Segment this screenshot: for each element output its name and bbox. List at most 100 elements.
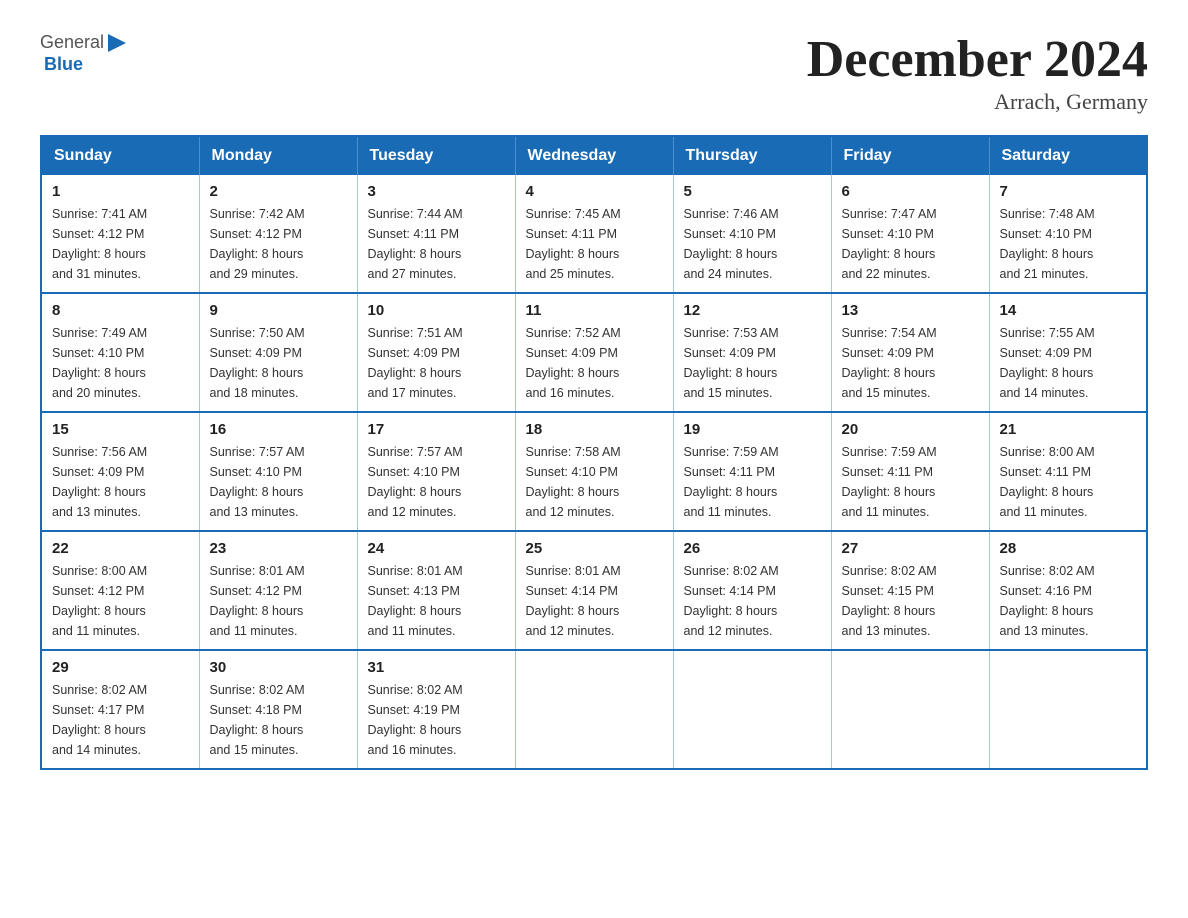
day-info: Sunrise: 7:53 AMSunset: 4:09 PMDaylight:… — [684, 323, 821, 403]
calendar-cell: 11 Sunrise: 7:52 AMSunset: 4:09 PMDayligh… — [515, 293, 673, 412]
day-info: Sunrise: 8:02 AMSunset: 4:16 PMDaylight:… — [1000, 561, 1137, 641]
day-info: Sunrise: 8:02 AMSunset: 4:14 PMDaylight:… — [684, 561, 821, 641]
day-number: 9 — [210, 302, 347, 319]
day-number: 3 — [368, 183, 505, 200]
calendar-cell: 24 Sunrise: 8:01 AMSunset: 4:13 PMDayligh… — [357, 531, 515, 650]
calendar-header-tuesday: Tuesday — [357, 136, 515, 175]
day-number: 27 — [842, 540, 979, 557]
day-info: Sunrise: 8:01 AMSunset: 4:14 PMDaylight:… — [526, 561, 663, 641]
calendar-week-row: 1 Sunrise: 7:41 AMSunset: 4:12 PMDaylight… — [41, 175, 1147, 293]
day-info: Sunrise: 7:50 AMSunset: 4:09 PMDaylight:… — [210, 323, 347, 403]
calendar-cell: 19 Sunrise: 7:59 AMSunset: 4:11 PMDayligh… — [673, 412, 831, 531]
calendar-cell: 21 Sunrise: 8:00 AMSunset: 4:11 PMDayligh… — [989, 412, 1147, 531]
calendar-header-wednesday: Wednesday — [515, 136, 673, 175]
day-number: 4 — [526, 183, 663, 200]
day-info: Sunrise: 8:01 AMSunset: 4:12 PMDaylight:… — [210, 561, 347, 641]
day-number: 16 — [210, 421, 347, 438]
day-info: Sunrise: 7:49 AMSunset: 4:10 PMDaylight:… — [52, 323, 189, 403]
day-number: 19 — [684, 421, 821, 438]
calendar-cell: 10 Sunrise: 7:51 AMSunset: 4:09 PMDayligh… — [357, 293, 515, 412]
day-info: Sunrise: 8:02 AMSunset: 4:18 PMDaylight:… — [210, 680, 347, 760]
calendar-cell: 5Sunrise: 7:46 AMSunset: 4:10 PMDaylight… — [673, 175, 831, 293]
calendar-cell: 15 Sunrise: 7:56 AMSunset: 4:09 PMDayligh… — [41, 412, 199, 531]
calendar-cell: 25Sunrise: 8:01 AMSunset: 4:14 PMDayligh… — [515, 531, 673, 650]
calendar-week-row: 22 Sunrise: 8:00 AMSunset: 4:12 PMDayligh… — [41, 531, 1147, 650]
day-number: 23 — [210, 540, 347, 557]
page-subtitle: Arrach, Germany — [807, 89, 1148, 115]
calendar-cell: 9 Sunrise: 7:50 AMSunset: 4:09 PMDaylight… — [199, 293, 357, 412]
day-number: 12 — [684, 302, 821, 319]
calendar-cell: 6 Sunrise: 7:47 AMSunset: 4:10 PMDaylight… — [831, 175, 989, 293]
calendar-header-thursday: Thursday — [673, 136, 831, 175]
day-number: 10 — [368, 302, 505, 319]
day-number: 18 — [526, 421, 663, 438]
day-number: 22 — [52, 540, 189, 557]
day-number: 20 — [842, 421, 979, 438]
day-info: Sunrise: 7:59 AMSunset: 4:11 PMDaylight:… — [842, 442, 979, 522]
day-info: Sunrise: 7:46 AMSunset: 4:10 PMDaylight:… — [684, 204, 821, 284]
day-number: 1 — [52, 183, 189, 200]
calendar-week-row: 8 Sunrise: 7:49 AMSunset: 4:10 PMDaylight… — [41, 293, 1147, 412]
day-number: 24 — [368, 540, 505, 557]
day-info: Sunrise: 8:01 AMSunset: 4:13 PMDaylight:… — [368, 561, 505, 641]
calendar-cell: 17 Sunrise: 7:57 AMSunset: 4:10 PMDayligh… — [357, 412, 515, 531]
day-info: Sunrise: 8:00 AMSunset: 4:12 PMDaylight:… — [52, 561, 189, 641]
day-number: 17 — [368, 421, 505, 438]
calendar-cell — [673, 650, 831, 769]
calendar-cell: 4 Sunrise: 7:45 AMSunset: 4:11 PMDaylight… — [515, 175, 673, 293]
day-number: 8 — [52, 302, 189, 319]
day-number: 21 — [1000, 421, 1137, 438]
calendar-week-row: 15 Sunrise: 7:56 AMSunset: 4:09 PMDayligh… — [41, 412, 1147, 531]
day-number: 11 — [526, 302, 663, 319]
calendar-cell: 29Sunrise: 8:02 AMSunset: 4:17 PMDayligh… — [41, 650, 199, 769]
calendar-cell: 18 Sunrise: 7:58 AMSunset: 4:10 PMDayligh… — [515, 412, 673, 531]
calendar-table: SundayMondayTuesdayWednesdayThursdayFrid… — [40, 135, 1148, 770]
day-info: Sunrise: 7:45 AMSunset: 4:11 PMDaylight:… — [526, 204, 663, 284]
day-info: Sunrise: 8:02 AMSunset: 4:19 PMDaylight:… — [368, 680, 505, 760]
day-info: Sunrise: 7:59 AMSunset: 4:11 PMDaylight:… — [684, 442, 821, 522]
calendar-cell: 3 Sunrise: 7:44 AMSunset: 4:11 PMDaylight… — [357, 175, 515, 293]
day-info: Sunrise: 7:41 AMSunset: 4:12 PMDaylight:… — [52, 204, 189, 284]
calendar-header-friday: Friday — [831, 136, 989, 175]
day-info: Sunrise: 7:55 AMSunset: 4:09 PMDaylight:… — [1000, 323, 1137, 403]
day-number: 31 — [368, 659, 505, 676]
calendar-header-row: SundayMondayTuesdayWednesdayThursdayFrid… — [41, 136, 1147, 175]
calendar-cell: 22 Sunrise: 8:00 AMSunset: 4:12 PMDayligh… — [41, 531, 199, 650]
calendar-cell: 28Sunrise: 8:02 AMSunset: 4:16 PMDayligh… — [989, 531, 1147, 650]
day-number: 6 — [842, 183, 979, 200]
calendar-cell — [989, 650, 1147, 769]
calendar-week-row: 29Sunrise: 8:02 AMSunset: 4:17 PMDayligh… — [41, 650, 1147, 769]
calendar-cell: 27 Sunrise: 8:02 AMSunset: 4:15 PMDayligh… — [831, 531, 989, 650]
day-number: 29 — [52, 659, 189, 676]
calendar-header-monday: Monday — [199, 136, 357, 175]
day-info: Sunrise: 7:52 AMSunset: 4:09 PMDaylight:… — [526, 323, 663, 403]
day-info: Sunrise: 7:47 AMSunset: 4:10 PMDaylight:… — [842, 204, 979, 284]
day-number: 30 — [210, 659, 347, 676]
day-number: 14 — [1000, 302, 1137, 319]
day-info: Sunrise: 7:51 AMSunset: 4:09 PMDaylight:… — [368, 323, 505, 403]
day-number: 15 — [52, 421, 189, 438]
calendar-header-sunday: Sunday — [41, 136, 199, 175]
day-number: 26 — [684, 540, 821, 557]
calendar-cell: 7Sunrise: 7:48 AMSunset: 4:10 PMDaylight… — [989, 175, 1147, 293]
day-info: Sunrise: 8:02 AMSunset: 4:15 PMDaylight:… — [842, 561, 979, 641]
day-info: Sunrise: 7:56 AMSunset: 4:09 PMDaylight:… — [52, 442, 189, 522]
day-info: Sunrise: 8:00 AMSunset: 4:11 PMDaylight:… — [1000, 442, 1137, 522]
logo-triangle-icon — [106, 32, 128, 54]
day-info: Sunrise: 7:58 AMSunset: 4:10 PMDaylight:… — [526, 442, 663, 522]
calendar-cell: 1 Sunrise: 7:41 AMSunset: 4:12 PMDaylight… — [41, 175, 199, 293]
day-info: Sunrise: 7:57 AMSunset: 4:10 PMDaylight:… — [368, 442, 505, 522]
calendar-cell: 30 Sunrise: 8:02 AMSunset: 4:18 PMDayligh… — [199, 650, 357, 769]
logo: General Blue — [40, 30, 128, 75]
calendar-cell: 31 Sunrise: 8:02 AMSunset: 4:19 PMDayligh… — [357, 650, 515, 769]
page-title: December 2024 — [807, 30, 1148, 89]
day-info: Sunrise: 7:44 AMSunset: 4:11 PMDaylight:… — [368, 204, 505, 284]
calendar-cell: 13Sunrise: 7:54 AMSunset: 4:09 PMDayligh… — [831, 293, 989, 412]
day-info: Sunrise: 7:54 AMSunset: 4:09 PMDaylight:… — [842, 323, 979, 403]
calendar-cell: 14 Sunrise: 7:55 AMSunset: 4:09 PMDayligh… — [989, 293, 1147, 412]
calendar-cell: 20 Sunrise: 7:59 AMSunset: 4:11 PMDayligh… — [831, 412, 989, 531]
calendar-header-saturday: Saturday — [989, 136, 1147, 175]
calendar-cell: 16Sunrise: 7:57 AMSunset: 4:10 PMDayligh… — [199, 412, 357, 531]
logo-general-text: General — [40, 32, 104, 53]
logo-blue-text: Blue — [44, 54, 83, 74]
